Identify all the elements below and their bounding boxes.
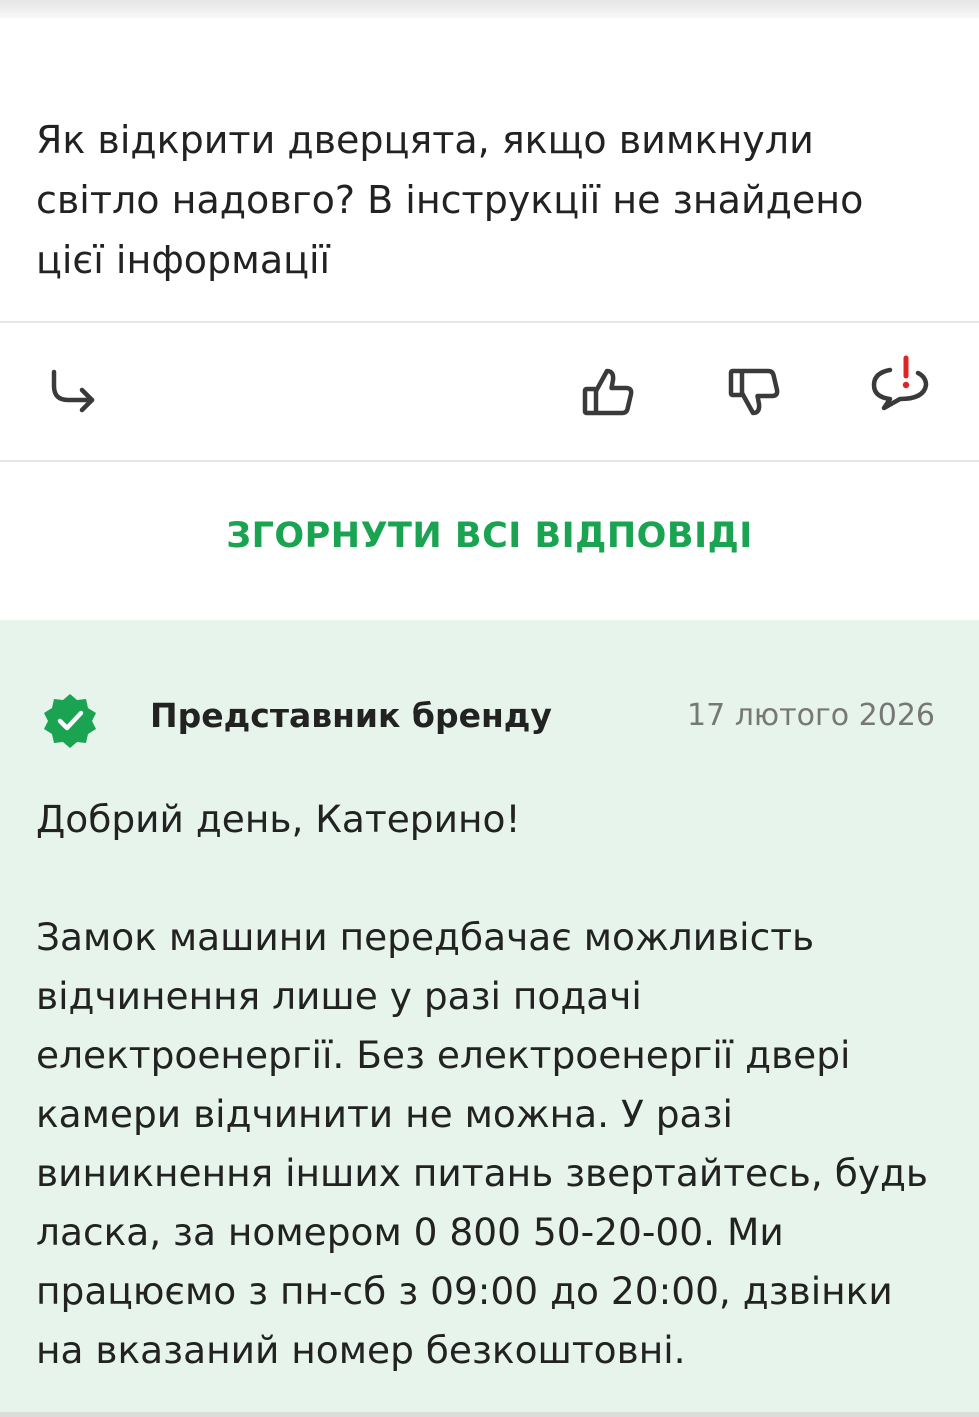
- answer-text: Добрий день, Катерино! Замок машини пере…: [36, 797, 929, 1372]
- top-shadow: [0, 0, 979, 18]
- bottom-divider: [0, 1412, 979, 1417]
- answer-date: 17 лютого 2026: [687, 698, 935, 733]
- answer-author: Представник бренду: [150, 696, 552, 735]
- collapse-all-answers-link[interactable]: ЗГОРНУТИ ВСІ ВІДПОВІДІ: [0, 516, 979, 556]
- divider: [0, 321, 979, 323]
- reply-button[interactable]: [38, 360, 102, 424]
- like-button[interactable]: [576, 360, 640, 424]
- page: Як відкрити дверцята, якщо вимкнули світ…: [0, 0, 979, 1417]
- thumbs-up-icon: [582, 368, 634, 416]
- thumbs-down-icon: [728, 368, 780, 416]
- question-text: Як відкрити дверцята, якщо вимкнули світ…: [36, 118, 864, 282]
- actions-row: [0, 324, 979, 460]
- reply-arrow-icon: [51, 369, 95, 413]
- answer-card: Представник бренду 17 лютого 2026 Добрий…: [0, 620, 979, 1412]
- verified-badge-icon: [44, 694, 96, 748]
- dislike-button[interactable]: [722, 360, 786, 424]
- report-icon: [871, 355, 929, 411]
- divider: [0, 460, 979, 462]
- question-card: Як відкрити дверцята, якщо вимкнули світ…: [0, 18, 979, 620]
- report-button[interactable]: [868, 354, 932, 418]
